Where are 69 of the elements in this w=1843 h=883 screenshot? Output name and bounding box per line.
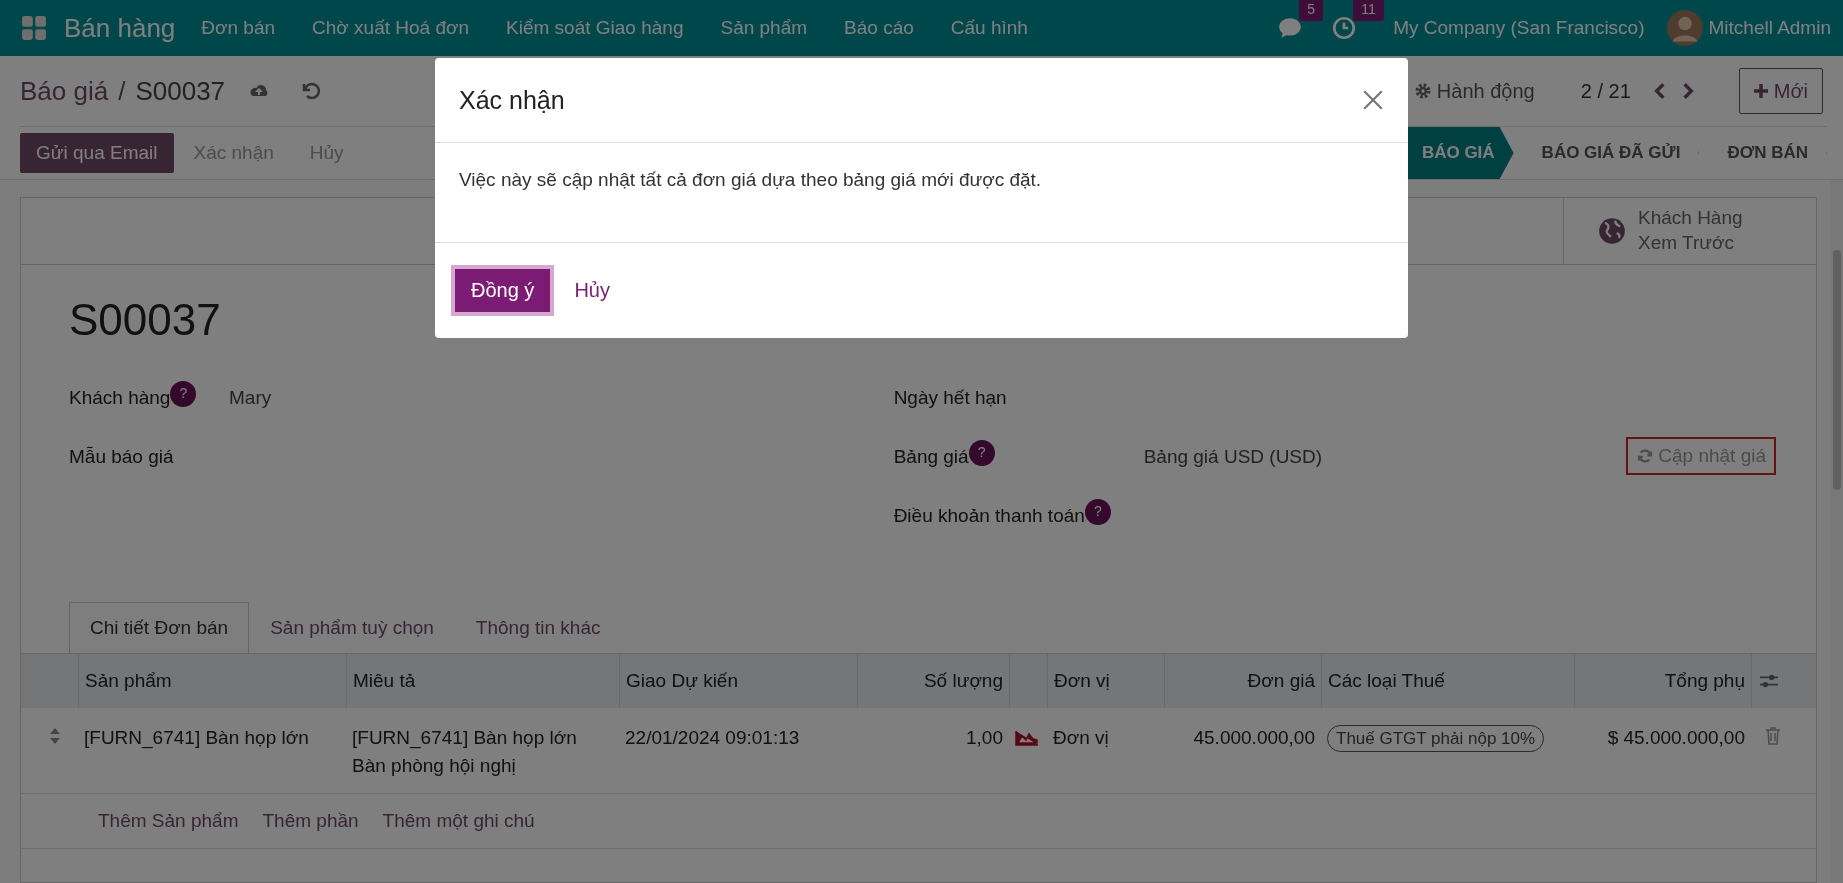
breadcrumb-separator: / (118, 75, 126, 107)
user-name[interactable]: Mitchell Admin (1708, 17, 1831, 39)
plus-icon (1753, 84, 1768, 98)
help-tooltip-icon[interactable]: ? (1084, 499, 1111, 525)
menu-item[interactable]: Báo cáo (844, 17, 914, 39)
table-cell: Đơn vị (1053, 727, 1109, 748)
table-cell-text: $ 45.000.000,00 (1607, 727, 1745, 750)
tab[interactable]: Sản phẩm tuỳ chọn (249, 602, 455, 653)
table-cell-text: 45.000.000,00 (1193, 727, 1315, 750)
globe-icon (1598, 217, 1626, 245)
clock-icon[interactable] (1331, 15, 1358, 41)
help-tooltip-icon[interactable]: ? (170, 381, 197, 407)
close-icon[interactable] (1362, 89, 1384, 111)
new-button[interactable]: Mới (1738, 68, 1823, 114)
column-header[interactable]: Số lượng (923, 670, 1003, 692)
column-header[interactable]: Đơn vị (1054, 670, 1110, 692)
pager-value: 2 / 21 (1580, 79, 1631, 103)
activity-count-badge: 11 (1353, 0, 1384, 21)
field-label: Điều khoản thanh toán (893, 505, 1085, 527)
table-cell: 22/01/2024 09:01:13 (625, 727, 800, 748)
column-header[interactable]: Giao Dự kiến (626, 670, 738, 692)
column-header[interactable]: Miêu tả (353, 670, 416, 692)
menu-item[interactable]: Cấu hình (950, 17, 1028, 39)
menu-item[interactable]: Sản phẩm (720, 17, 808, 39)
tab[interactable]: Chi tiết Đơn bán (69, 602, 250, 653)
app-grid-icon[interactable] (22, 16, 46, 40)
field-label: Ngày hết hạn (893, 387, 1007, 409)
dialog-message: Việc này sẽ cập nhật tất cả đơn giá dựa theo bảng giá mới được đặt. (459, 169, 1043, 191)
menu-item[interactable]: Kiểm soát Giao hàng (506, 17, 684, 39)
refresh-icon (1636, 447, 1655, 465)
table-cell-text: Bàn phòng hội nghị (352, 755, 517, 777)
menu-item[interactable]: Chờ xuất Hoá đơn (312, 17, 469, 39)
column-header[interactable]: Sản phẩm (85, 670, 172, 692)
add-line-link[interactable]: Thêm phần (262, 810, 359, 832)
trash-icon[interactable] (1765, 727, 1781, 745)
drag-handle-icon[interactable] (49, 727, 61, 745)
next-icon[interactable] (1680, 82, 1695, 100)
previous-icon[interactable] (1652, 82, 1667, 100)
field-value[interactable]: Mary (229, 387, 894, 409)
dialog-button[interactable]: Hủy (558, 269, 626, 312)
message-count-badge: 5 (1299, 0, 1323, 21)
column-header[interactable]: Các loại Thuế (1328, 670, 1445, 692)
chat-icon[interactable] (1277, 15, 1304, 41)
scrollbar[interactable] (1831, 180, 1843, 883)
action-button[interactable]: Gửi qua Email (20, 133, 174, 173)
add-line-link[interactable]: Thêm Sản phẩm (98, 810, 239, 832)
tab[interactable]: Thông tin khác (454, 602, 622, 653)
help-tooltip-icon[interactable]: ? (968, 440, 995, 466)
record-name: S00037 (69, 295, 222, 345)
field-label: Bảng giá (893, 446, 969, 468)
app-name[interactable]: Bán hàng (64, 12, 176, 44)
table-cell-text: [FURN_6741] Bàn họp lớn (352, 727, 578, 749)
area-chart-icon[interactable] (1015, 730, 1039, 746)
field-value[interactable]: Bảng giá USD (USD) (1143, 446, 1627, 468)
field-label: Mẫu báo giá (69, 446, 174, 468)
column-header[interactable]: Đơn giá (1247, 670, 1315, 692)
menu-item[interactable]: Đơn bán (201, 17, 276, 39)
field-label: Khách hàng (69, 387, 171, 409)
breadcrumb-link[interactable]: Báo giá (20, 75, 109, 107)
add-line-link[interactable]: Thêm một ghi chú (382, 810, 535, 832)
dialog-title: Xác nhận (459, 85, 565, 115)
record-title: S00037 (135, 75, 226, 107)
table-cell-text: 1,00 (966, 727, 1003, 750)
table-cell: [FURN_6741] Bàn họp lớn (84, 727, 309, 748)
actions-menu[interactable]: Hành động (1412, 79, 1535, 103)
column-header[interactable]: Tổng phụ (1664, 670, 1745, 692)
company-switcher[interactable]: My Company (San Francisco) (1393, 17, 1645, 39)
avatar-icon[interactable] (1666, 10, 1703, 46)
column-settings-icon[interactable] (1758, 672, 1780, 690)
